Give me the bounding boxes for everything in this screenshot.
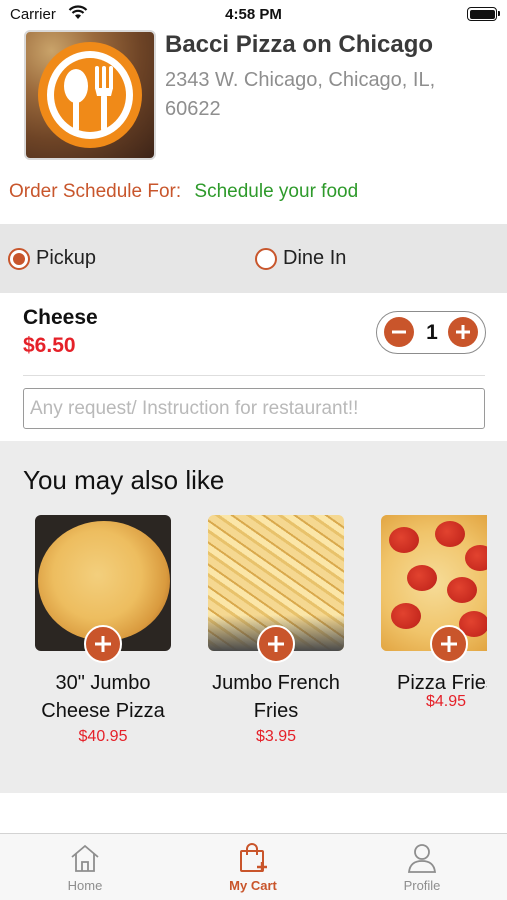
suggestion-name: Jumbo French Fries bbox=[208, 669, 344, 725]
pickup-option[interactable]: Pickup bbox=[8, 247, 96, 270]
quantity-stepper: 1 bbox=[376, 311, 486, 354]
tab-profile[interactable]: Profile bbox=[362, 842, 482, 893]
schedule-link[interactable]: Schedule your food bbox=[194, 181, 358, 202]
divider bbox=[23, 375, 485, 376]
add-item-button[interactable] bbox=[430, 625, 468, 663]
profile-icon bbox=[407, 844, 437, 873]
status-bar: Carrier 4:58 PM bbox=[0, 0, 507, 30]
tab-home-label: Home bbox=[67, 878, 103, 893]
next-section-peek bbox=[0, 793, 507, 833]
suggestion-price: $40.95 bbox=[78, 728, 128, 745]
suggestion-name: 30" Jumbo Cheese Pizza bbox=[35, 669, 171, 725]
restaurant-address: 2343 W. Chicago, Chicago, IL, 60622 bbox=[165, 69, 436, 120]
dine-in-option[interactable]: Dine In bbox=[255, 247, 346, 270]
suggestion-name-line: 30" Jumbo bbox=[55, 672, 151, 694]
suggestion-name-line: Fries bbox=[253, 700, 299, 722]
cart-item-name: Cheese bbox=[23, 306, 98, 329]
cart-item-price: $6.50 bbox=[23, 334, 76, 357]
restaurant-logo bbox=[24, 30, 156, 160]
order-type-selector: Pickup Dine In bbox=[0, 224, 507, 293]
tab-my-cart[interactable]: My Cart bbox=[193, 842, 313, 893]
clock: 4:58 PM bbox=[225, 6, 282, 23]
suggestion-card[interactable]: Jumbo French Fries $3.95 bbox=[208, 515, 344, 746]
restaurant-name: Bacci Pizza on Chicago bbox=[165, 31, 434, 58]
spoon-fork-icon bbox=[64, 66, 113, 132]
add-item-button[interactable] bbox=[257, 625, 295, 663]
order-schedule: Order Schedule For: Schedule your food bbox=[9, 181, 358, 203]
increase-quantity-button[interactable] bbox=[448, 317, 478, 347]
restaurant-request-input[interactable] bbox=[23, 388, 485, 429]
plus-icon bbox=[456, 325, 470, 339]
suggestions-title: You may also like bbox=[23, 465, 225, 495]
suggestion-name-line: Cheese Pizza bbox=[41, 700, 165, 722]
schedule-label: Order Schedule For: bbox=[9, 181, 182, 202]
add-item-button[interactable] bbox=[84, 625, 122, 663]
suggestion-name-line: Jumbo French bbox=[212, 672, 340, 694]
battery-icon bbox=[467, 7, 500, 21]
home-icon bbox=[71, 844, 99, 872]
plus-icon bbox=[441, 636, 457, 652]
suggestions-section: You may also like 30" Jumbo Cheese Pizza… bbox=[0, 441, 507, 793]
dine-in-label: Dine In bbox=[283, 247, 347, 269]
tab-my-cart-label: My Cart bbox=[229, 878, 277, 893]
plus-icon bbox=[268, 636, 284, 652]
suggestion-card[interactable]: 30" Jumbo Cheese Pizza $40.95 bbox=[35, 515, 171, 746]
suggestion-price: $3.95 bbox=[255, 728, 297, 745]
tab-bar: Home My Cart Profile bbox=[0, 833, 507, 900]
radio-selected-icon bbox=[8, 247, 30, 270]
tab-home[interactable]: Home bbox=[25, 842, 145, 893]
plus-icon bbox=[95, 636, 111, 652]
tab-profile-label: Profile bbox=[403, 878, 441, 893]
cart-bag-icon bbox=[240, 843, 267, 872]
suggestion-card[interactable]: Pizza Fries $4.95 bbox=[381, 515, 487, 711]
radio-unselected-icon bbox=[255, 247, 277, 270]
pickup-label: Pickup bbox=[36, 247, 97, 269]
